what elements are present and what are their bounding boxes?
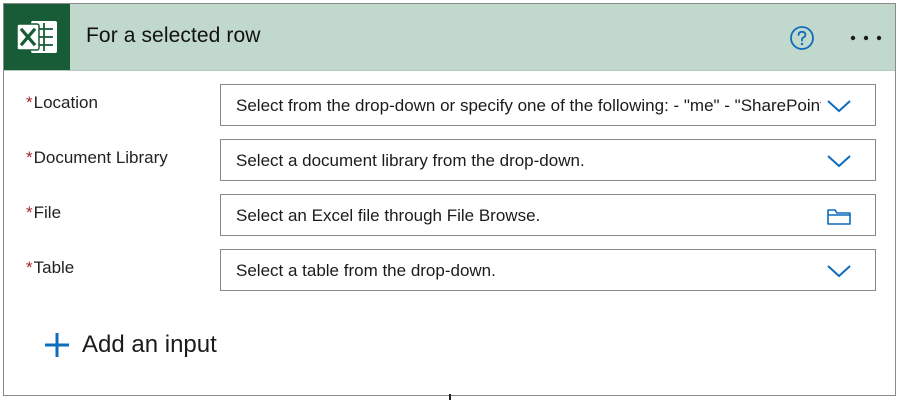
document-library-label-text: Document Library	[33, 148, 168, 167]
required-marker: *	[26, 148, 33, 167]
file-label: *File	[26, 203, 61, 223]
card-title: For a selected row	[86, 24, 261, 47]
plus-icon	[44, 332, 70, 358]
table-label: *Table	[26, 258, 74, 278]
location-value: Select from the drop-down or specify one…	[236, 96, 821, 115]
file-value: Select an Excel file through File Browse…	[236, 206, 541, 225]
folder-icon[interactable]	[825, 206, 853, 226]
add-input-label: Add an input	[82, 331, 217, 358]
help-circle-icon[interactable]	[789, 25, 815, 51]
table-label-text: Table	[33, 258, 75, 277]
document-library-dropdown[interactable]: Select a document library from the drop-…	[220, 139, 876, 181]
connector-line	[449, 394, 451, 400]
document-library-value: Select a document library from the drop-…	[236, 151, 585, 170]
required-marker: *	[26, 93, 33, 112]
excel-icon	[4, 4, 70, 70]
required-marker: *	[26, 258, 33, 277]
location-dropdown[interactable]: Select from the drop-down or specify one…	[220, 84, 876, 126]
location-label: *Location	[26, 93, 98, 113]
chevron-down-icon[interactable]	[825, 261, 853, 281]
location-label-text: Location	[33, 93, 98, 112]
chevron-down-icon[interactable]	[825, 151, 853, 171]
chevron-down-icon[interactable]	[825, 96, 853, 116]
card-header[interactable]: For a selected row	[4, 4, 895, 71]
trigger-card: For a selected row *Location Select from…	[3, 3, 896, 396]
required-marker: *	[26, 203, 33, 222]
table-value: Select a table from the drop-down.	[236, 261, 496, 280]
document-library-label: *Document Library	[26, 148, 168, 168]
ellipsis-icon[interactable]	[846, 27, 886, 49]
file-picker[interactable]: Select an Excel file through File Browse…	[220, 194, 876, 236]
file-label-text: File	[33, 203, 62, 222]
table-dropdown[interactable]: Select a table from the drop-down.	[220, 249, 876, 291]
